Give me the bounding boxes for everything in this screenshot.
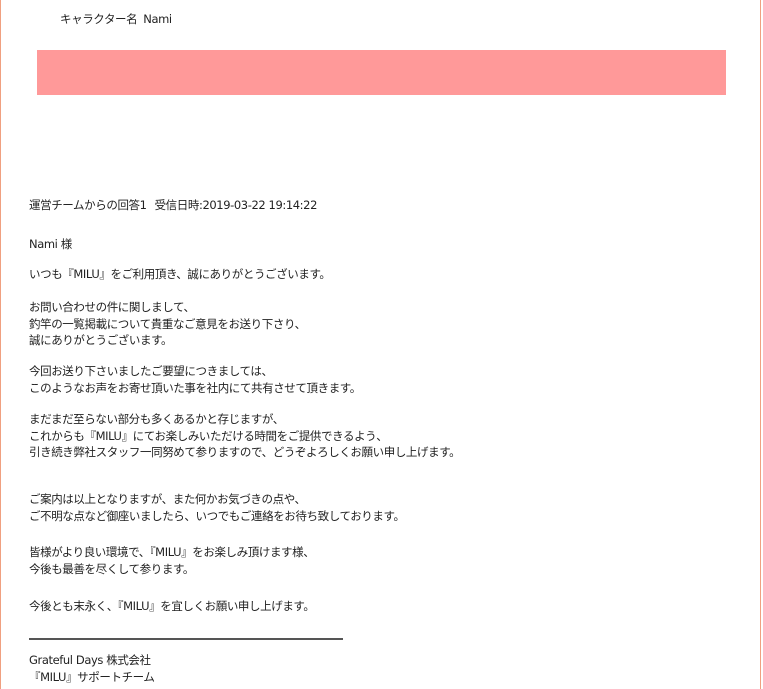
- paragraph-7: 今後とも末永く、『MILU』を宜しくお願い申し上げます。: [29, 598, 315, 615]
- paragraph-2: お問い合わせの件に関しまして、 釣竿の一覧掲載について貴重なご意見をお送り下さり…: [29, 299, 306, 349]
- paragraph-line: これからも『MILU』にてお楽しみいただける時間をご提供できるよう、: [29, 428, 388, 443]
- paragraph-line: 引き続き弊社スタッフ一同努めて参りますので、どうぞよろしくお願い申し上げます。: [29, 445, 461, 459]
- signature-divider: [29, 638, 343, 640]
- reply-header: 運営チームからの回答1 受信日時:2019-03-22 19:14:22: [29, 197, 317, 213]
- paragraph-line: ご不明な点など御座いましたら、いつでもご連絡をお待ち致しております。: [29, 508, 405, 523]
- paragraph-5: ご案内は以上となりますが、また何かお気づきの点や、 ご不明な点など御座いましたら…: [29, 491, 405, 524]
- paragraph-1: いつも『MILU』をご利用頂き、誠にありがとうございます。: [29, 266, 331, 283]
- character-name-row: キャラクター名 Nami: [60, 11, 172, 27]
- greeting: Nami 様: [29, 237, 72, 251]
- paragraph-line: ご案内は以上となりますが、また何かお気づきの点や、: [29, 492, 306, 506]
- reply-title: 運営チームからの回答1: [29, 198, 147, 212]
- message-frame: キャラクター名 Nami 運営チームからの回答1 受信日時:2019-03-22 1…: [0, 0, 761, 689]
- banner: [37, 50, 726, 95]
- paragraph-line: 釣竿の一覧掲載について貴重なご意見をお送り下さり、: [29, 316, 306, 331]
- paragraph-line: 誠にありがとうございます。: [29, 333, 173, 347]
- character-name-label: キャラクター名: [60, 12, 138, 26]
- character-name-value: Nami: [143, 12, 172, 26]
- paragraph-line: いつも『MILU』をご利用頂き、誠にありがとうございます。: [29, 267, 331, 281]
- paragraph-line: お問い合わせの件に関しまして、: [29, 300, 195, 314]
- paragraph-3: 今回お送り下さいましたご要望につきましては、 このようなお声をお寄せ頂いた事を社…: [29, 363, 361, 396]
- paragraph-line: 皆様がより良い環境で、『MILU』をお楽しみ頂けます様、: [29, 545, 315, 559]
- received-datetime: 受信日時:2019-03-22 19:14:22: [154, 198, 318, 212]
- paragraph-line: まだまだ至らない部分も多くあるかと存じますが、: [29, 412, 284, 426]
- paragraph-6: 皆様がより良い環境で、『MILU』をお楽しみ頂けます様、 今後も最善を尽くして参…: [29, 544, 315, 577]
- paragraph-line: このようなお声をお寄せ頂いた事を社内にて共有させて頂きます。: [29, 380, 361, 395]
- paragraph-line: 今後も最善を尽くして参ります。: [29, 561, 195, 576]
- signature-team: 『MILU』サポートチーム: [29, 670, 155, 684]
- paragraph-4: まだまだ至らない部分も多くあるかと存じますが、 これからも『MILU』にてお楽し…: [29, 411, 461, 461]
- paragraph-line: 今後とも末永く、『MILU』を宜しくお願い申し上げます。: [29, 599, 315, 613]
- paragraph-line: 今回お送り下さいましたご要望につきましては、: [29, 364, 273, 378]
- signature-company: Grateful Days 株式会社: [29, 653, 151, 667]
